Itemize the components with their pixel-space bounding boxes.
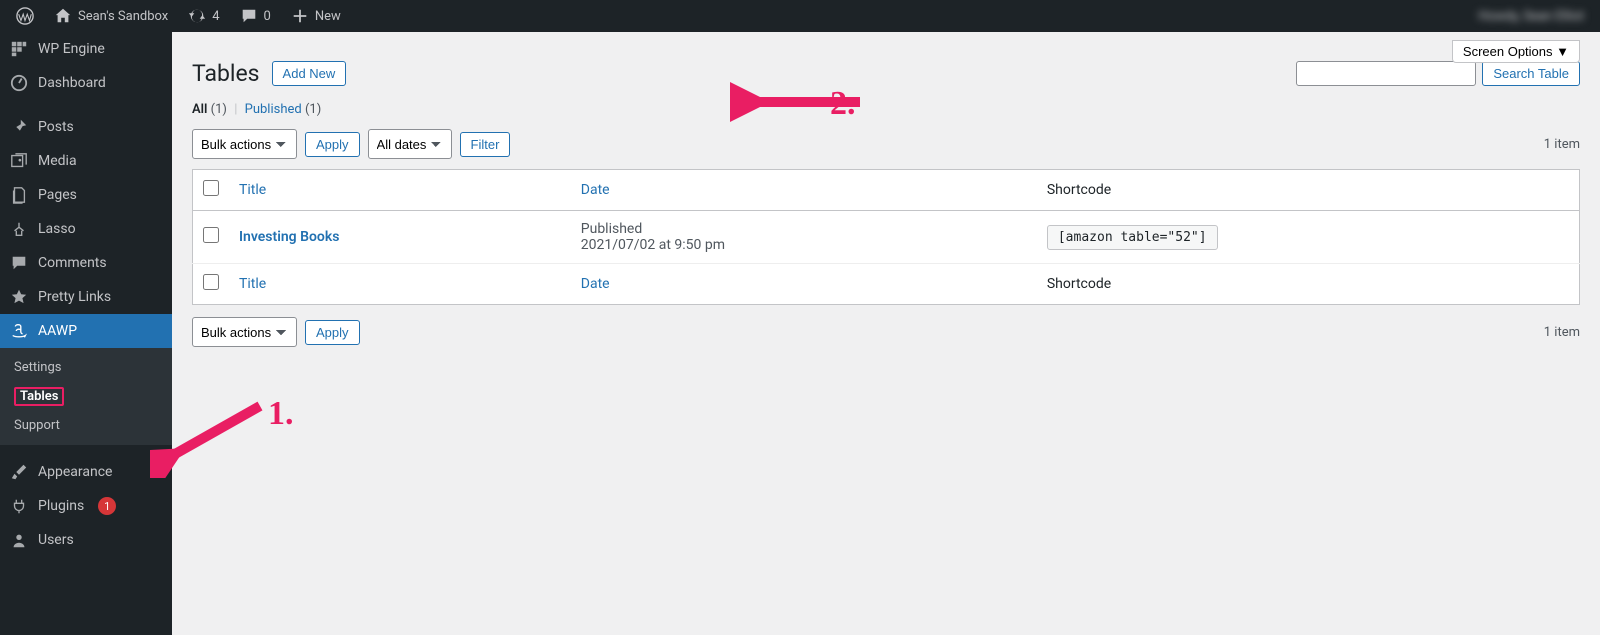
page-title: Tables — [192, 60, 260, 87]
bulk-actions-select-bottom[interactable]: Bulk actions — [192, 317, 297, 347]
date-filter-select[interactable]: All dates — [368, 129, 452, 159]
row-checkbox[interactable] — [203, 227, 219, 243]
lasso-icon — [10, 220, 28, 238]
dashboard-icon — [10, 74, 28, 92]
sidebar-item-prettylinks[interactable]: Pretty Links — [0, 280, 172, 314]
col-date[interactable]: Date — [581, 182, 610, 198]
row-title-link[interactable]: Investing Books — [239, 229, 339, 245]
col-title[interactable]: Title — [239, 182, 266, 198]
wp-logo[interactable] — [8, 0, 42, 32]
filter-button[interactable]: Filter — [460, 132, 511, 157]
media-icon — [10, 152, 28, 170]
item-count-top: 1 item — [1544, 137, 1580, 152]
row-date: 2021/07/02 at 9:50 pm — [581, 237, 725, 253]
item-count-bottom: 1 item — [1544, 325, 1580, 340]
admin-sidebar: WP Engine Dashboard Posts Media Pages La… — [0, 32, 172, 635]
col-title-foot[interactable]: Title — [239, 276, 266, 292]
sidebar-item-dashboard[interactable]: Dashboard — [0, 66, 172, 100]
sidebar-item-posts[interactable]: Posts — [0, 110, 172, 144]
brush-icon — [10, 463, 28, 481]
sidebar-item-comments[interactable]: Comments — [0, 246, 172, 280]
plus-icon — [291, 7, 309, 25]
refresh-icon — [188, 7, 206, 25]
annotation-arrow-1: 1. — [150, 388, 310, 478]
wpengine-icon — [10, 40, 28, 58]
user-icon — [10, 531, 28, 549]
search-input[interactable] — [1296, 61, 1476, 86]
sidebar-item-media[interactable]: Media — [0, 144, 172, 178]
pages-icon — [10, 186, 28, 204]
screen-options-button[interactable]: Screen Options ▼ — [1452, 40, 1580, 63]
updates-link[interactable]: 4 — [180, 0, 227, 32]
plugins-badge: 1 — [98, 497, 116, 515]
apply-bulk-button[interactable]: Apply — [305, 132, 360, 157]
search-button[interactable]: Search Table — [1482, 61, 1580, 86]
table-row: Investing Books Published 2021/07/02 at … — [193, 211, 1580, 264]
tablenav-bottom: Bulk actions Apply 1 item — [192, 317, 1580, 347]
col-date-foot[interactable]: Date — [581, 276, 610, 292]
plug-icon — [10, 497, 28, 515]
site-title-link[interactable]: Sean's Sandbox — [46, 0, 176, 32]
filter-all[interactable]: All — [192, 102, 207, 117]
list-filters: All (1) | Published (1) — [192, 102, 1580, 117]
amazon-icon — [10, 322, 28, 340]
row-status: Published — [581, 221, 642, 237]
add-new-button[interactable]: Add New — [272, 61, 347, 86]
select-all-top[interactable] — [203, 180, 219, 196]
sidebar-item-appearance[interactable]: Appearance — [0, 455, 172, 489]
filter-published[interactable]: Published — [245, 102, 302, 117]
tables-list: Title Date Shortcode Investing Books Pub… — [192, 169, 1580, 305]
submenu-settings[interactable]: Settings — [0, 354, 172, 381]
apply-bulk-button-bottom[interactable]: Apply — [305, 320, 360, 345]
site-title: Sean's Sandbox — [78, 9, 168, 24]
tablenav-top: Bulk actions Apply All dates Filter 1 it… — [192, 129, 1580, 159]
sidebar-submenu-aawp: Settings Tables Support — [0, 348, 172, 445]
col-shortcode-foot: Shortcode — [1037, 264, 1580, 305]
submenu-tables[interactable]: Tables — [0, 381, 172, 412]
pin-icon — [10, 118, 28, 136]
sidebar-item-lasso[interactable]: Lasso — [0, 212, 172, 246]
comment-icon — [240, 7, 258, 25]
new-link[interactable]: New — [283, 0, 349, 32]
col-shortcode: Shortcode — [1037, 170, 1580, 211]
bulk-actions-select[interactable]: Bulk actions — [192, 129, 297, 159]
sidebar-item-users[interactable]: Users — [0, 523, 172, 557]
sidebar-item-aawp[interactable]: AAWP — [0, 314, 172, 348]
content-area: Screen Options ▼ Tables Add New Search T… — [172, 32, 1600, 367]
sidebar-item-pages[interactable]: Pages — [0, 178, 172, 212]
svg-text:1.: 1. — [268, 395, 294, 432]
sidebar-item-wpengine[interactable]: WP Engine — [0, 32, 172, 66]
star-icon — [10, 288, 28, 306]
home-icon — [54, 7, 72, 25]
submenu-support[interactable]: Support — [0, 412, 172, 439]
admin-bar: Sean's Sandbox 4 0 New Howdy, Sean Ellio… — [0, 0, 1600, 32]
sidebar-item-plugins[interactable]: Plugins 1 — [0, 489, 172, 523]
comments-link[interactable]: 0 — [232, 0, 279, 32]
comment-icon — [10, 254, 28, 272]
user-greeting[interactable]: Howdy, Sean Elliot — [1478, 9, 1584, 24]
select-all-bottom[interactable] — [203, 274, 219, 290]
row-shortcode[interactable]: [amazon table="52"] — [1047, 225, 1218, 250]
